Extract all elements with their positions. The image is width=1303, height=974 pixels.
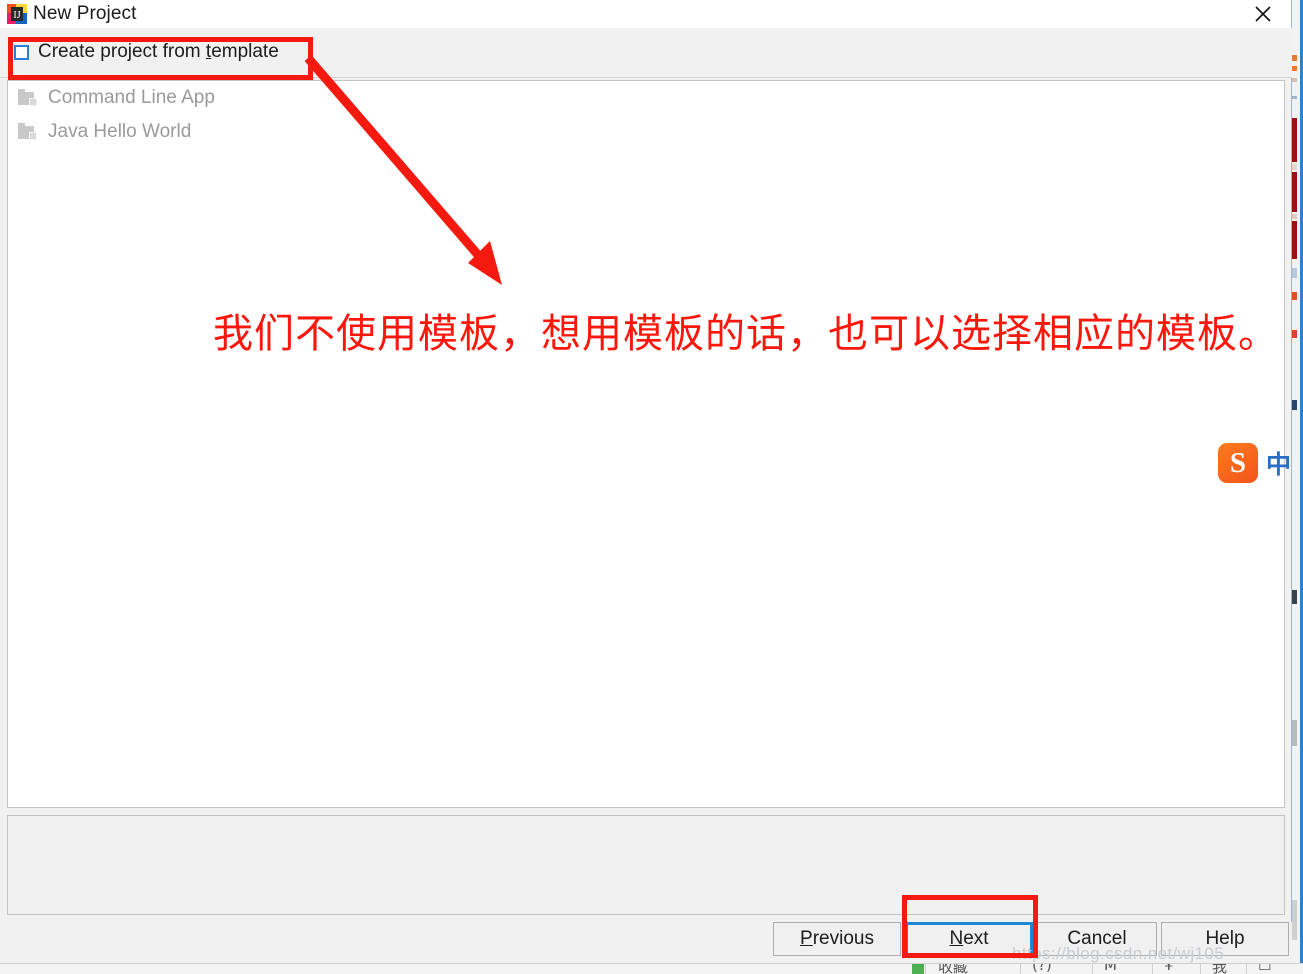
cancel-button[interactable]: Cancel bbox=[1037, 922, 1157, 956]
label-part-before: Create project from bbox=[38, 41, 206, 62]
taskbar-item[interactable]: (?) bbox=[1032, 964, 1052, 974]
label-part-after: emplate bbox=[211, 41, 279, 62]
intellij-idea-icon: IJ bbox=[7, 4, 27, 24]
taskbar-item[interactable]: 我 bbox=[1212, 964, 1227, 974]
list-item-label: Java Hello World bbox=[48, 121, 192, 142]
previous-button-label: Previous bbox=[800, 928, 874, 949]
list-item[interactable]: Java Hello World bbox=[8, 115, 1284, 149]
template-list[interactable]: Command Line App Java Hello World bbox=[7, 80, 1285, 808]
list-item-label: Command Line App bbox=[48, 87, 215, 108]
create-project-from-template-checkbox[interactable]: Create project from template bbox=[14, 41, 279, 63]
taskbar-item[interactable]: ¥ bbox=[1164, 964, 1174, 974]
checkbox-box[interactable] bbox=[14, 44, 29, 60]
dialog-button-row: Previous Next Cancel Help bbox=[0, 922, 1292, 967]
svg-text:IJ: IJ bbox=[13, 10, 20, 21]
previous-button[interactable]: Previous bbox=[773, 922, 901, 956]
list-item[interactable]: Command Line App bbox=[8, 81, 1284, 115]
close-icon[interactable] bbox=[1241, 0, 1285, 28]
dialog-header-bar: Create project from template bbox=[0, 28, 1292, 78]
next-button-label: Next bbox=[949, 928, 989, 949]
taskbar-item[interactable]: ☐ bbox=[1258, 964, 1271, 974]
template-description-panel bbox=[7, 815, 1285, 915]
sogou-logo-icon[interactable]: S bbox=[1218, 443, 1258, 483]
help-button-label: Help bbox=[1205, 928, 1245, 949]
cancel-button-label: Cancel bbox=[1067, 928, 1127, 949]
ime-mode-indicator[interactable]: 中 bbox=[1266, 445, 1291, 481]
module-folder-icon bbox=[18, 123, 40, 141]
dialog-title: New Project bbox=[33, 3, 137, 24]
taskbar-item[interactable]: 收藏 bbox=[938, 964, 968, 974]
sogou-ime-indicator[interactable]: S 中 bbox=[1218, 443, 1291, 483]
help-button[interactable]: Help bbox=[1161, 922, 1289, 956]
create-project-from-template-label: Create project from template bbox=[38, 41, 279, 63]
taskbar-item[interactable]: M bbox=[1104, 964, 1117, 974]
dialog-titlebar: IJ New Project bbox=[0, 0, 1291, 28]
new-project-dialog: IJ New Project Create project from templ… bbox=[0, 0, 1292, 967]
next-button[interactable]: Next bbox=[905, 922, 1033, 956]
module-folder-icon bbox=[18, 89, 40, 107]
bottom-taskbar-strip: 收藏 (?) M ¥ 我 ☐ bbox=[0, 963, 1303, 974]
